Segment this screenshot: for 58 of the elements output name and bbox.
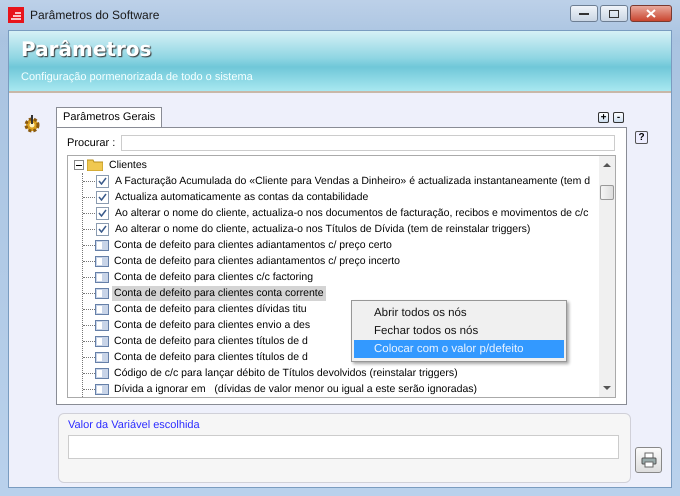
expand-all-button[interactable]: +	[598, 112, 609, 123]
tree-item[interactable]: Conta de defeito para clientes dívidas titu	[112, 302, 309, 316]
gear-icon	[22, 113, 42, 133]
maximize-icon	[609, 10, 619, 18]
tab[interactable]: Parâmetros Gerais	[56, 107, 162, 127]
maximize-button[interactable]	[600, 5, 628, 22]
tree-item[interactable]: Código de c/c para lançar débito de Títulos devolvidos (reinstalar triggers)	[112, 366, 460, 380]
help-button[interactable]: ?	[635, 131, 648, 144]
text-field-icon	[95, 304, 109, 314]
text-field-icon	[95, 384, 109, 394]
tree-item[interactable]: Conta de defeito para clientes títulos de d	[112, 350, 310, 364]
window-title: Parâmetros do Software	[30, 8, 160, 22]
checkbox[interactable]	[96, 174, 109, 188]
tree-item[interactable]: Clientes	[107, 158, 149, 172]
header-subtitle: Configuração pormenorizada de todo o sistema	[21, 71, 254, 83]
text-field-icon	[95, 288, 109, 298]
minimize-icon	[579, 12, 589, 16]
checkbox[interactable]	[96, 190, 109, 204]
tree-item[interactable]: Conta de defeito para clientes c/c factoring	[112, 270, 316, 284]
text-field-icon	[95, 240, 109, 250]
tree-item[interactable]: A Facturação Acumulada do «Cliente para Vendas a Dinheiro» é actualizada instantaneamente (tem d	[113, 174, 592, 188]
printer-icon	[640, 452, 656, 468]
tree-item[interactable]: Conta de defeito para clientes adiantamentos c/ preço incerto	[112, 254, 402, 268]
header-title: Parâmetros	[21, 37, 152, 61]
tree-item[interactable]: Conta de defeito para clientes envio a des	[112, 318, 312, 332]
close-button[interactable]	[630, 5, 672, 22]
text-field-icon	[95, 352, 109, 362]
collapse-all-button[interactable]: -	[613, 112, 624, 123]
minimize-button[interactable]	[570, 5, 598, 22]
value-field[interactable]	[68, 435, 619, 459]
tree-item[interactable]: Conta de defeito para clientes títulos de d	[112, 334, 310, 348]
text-field-icon	[95, 256, 109, 266]
tree-item[interactable]: Conta de defeito para clientes conta corrente	[112, 286, 326, 300]
app-logo-icon	[8, 7, 24, 23]
checkbox[interactable]	[96, 206, 109, 220]
folder-icon	[87, 159, 103, 171]
print-button[interactable]	[635, 447, 662, 473]
scroll-up-icon[interactable]	[603, 162, 611, 167]
text-field-icon	[95, 272, 109, 282]
collapse-toggle[interactable]	[74, 160, 84, 170]
search-field[interactable]	[121, 135, 615, 151]
tree-item[interactable]: Dívida a ignorar em (dívidas de valor menor ou igual a este serão ignoradas)	[112, 382, 480, 396]
tree-item[interactable]: Conta de defeito para clientes adiantamentos c/ preço certo	[112, 238, 394, 252]
scrollbar-thumb[interactable]	[600, 185, 614, 200]
group-label: Valor da Variável escolhida	[68, 419, 200, 431]
scroll-down-icon[interactable]	[603, 386, 611, 391]
tree-item[interactable]: Ao alterar o nome do cliente, actualiza-o nos Títulos de Dívida (tem de reinstalar triggers)	[113, 222, 532, 236]
text-field-icon	[95, 336, 109, 346]
text-field-icon	[95, 368, 109, 378]
tree-item[interactable]: Actualiza automaticamente as contas da contabilidade	[113, 190, 370, 204]
text-field-icon	[95, 320, 109, 330]
search-label: Procurar :	[67, 137, 116, 149]
menu-item[interactable]: Abrir todos os nós	[354, 304, 564, 322]
close-icon	[646, 9, 656, 18]
checkbox[interactable]	[96, 222, 109, 236]
tree-item[interactable]: Ao alterar o nome do cliente, actualiza-o nos documentos de facturação, recibos e movimentos de c/c	[113, 206, 590, 220]
scrollbar[interactable]	[599, 156, 615, 397]
menu-item[interactable]: Fechar todos os nós	[354, 322, 564, 340]
